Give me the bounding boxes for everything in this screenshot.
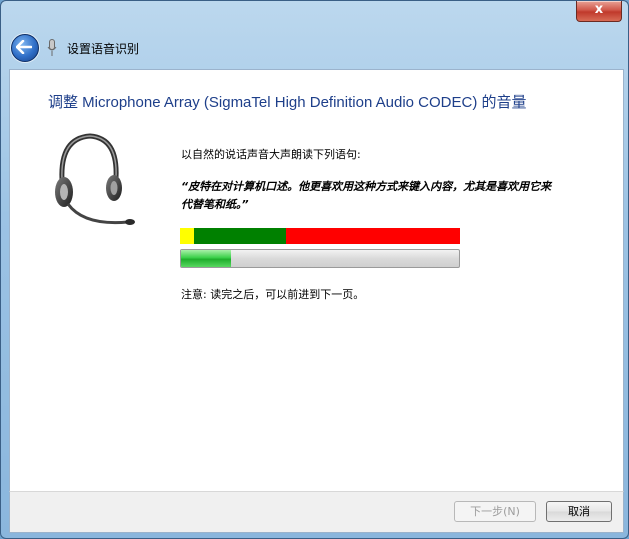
level-good-zone <box>194 228 286 244</box>
quote-text: “皮特在对计算机口述。他更喜欢用这种方式来键入内容，尤其是喜欢用它来 代替笔和纸… <box>181 178 601 214</box>
nav-bar: 设置语音识别 <box>1 31 628 65</box>
wizard-window: x 设置语音识别 调整 Microphone Array (SigmaTel H… <box>0 0 629 539</box>
button-bar: 下一步(N) 取消 <box>9 491 624 533</box>
volume-progress-fill <box>181 250 232 267</box>
microphone-icon <box>47 39 57 56</box>
note-text: 注意: 读完之后，可以前进到下一页。 <box>181 288 365 301</box>
back-arrow-icon <box>16 40 32 54</box>
level-low-zone <box>180 228 194 244</box>
level-high-zone <box>286 228 460 244</box>
headset-icon <box>55 133 135 225</box>
next-button[interactable]: 下一步(N) <box>454 501 536 522</box>
page-title: 调整 Microphone Array (SigmaTel High Defin… <box>48 94 527 111</box>
instruction-text: 以自然的说话声音大声朗读下列语句: <box>181 148 361 161</box>
close-button[interactable]: x <box>576 1 622 22</box>
back-button[interactable] <box>11 34 39 62</box>
quote-line: “皮特在对计算机口述。他更喜欢用这种方式来键入内容，尤其是喜欢用它来 <box>181 180 552 193</box>
volume-progress-bar <box>180 249 460 268</box>
volume-level-meter <box>180 228 460 244</box>
window-title: 设置语音识别 <box>67 42 140 56</box>
cancel-button[interactable]: 取消 <box>546 501 612 522</box>
content-panel: 调整 Microphone Array (SigmaTel High Defin… <box>9 69 624 492</box>
quote-line: 代替笔和纸。” <box>181 198 249 211</box>
